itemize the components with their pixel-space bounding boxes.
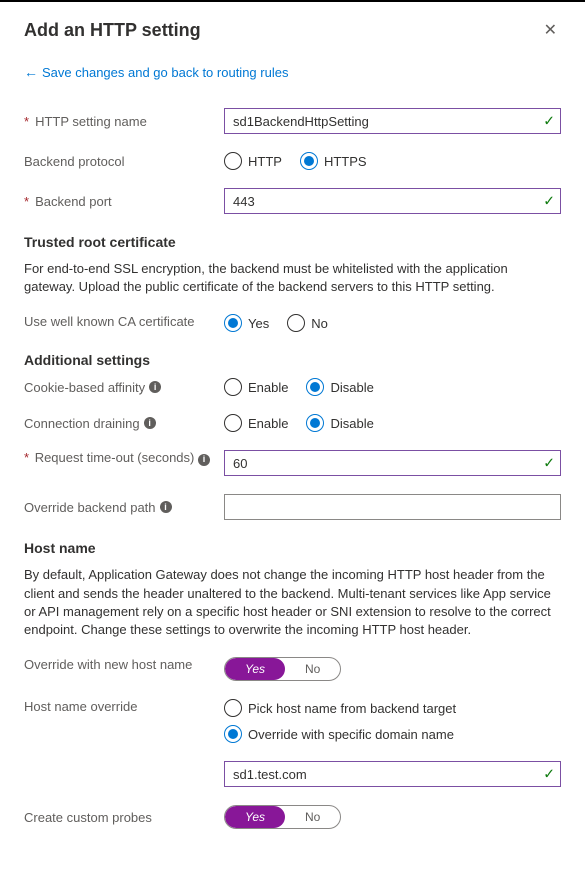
info-icon[interactable]: i [149,381,161,393]
label-override-backend-path: Override backend path i [24,500,224,515]
radio-icon [224,314,242,332]
radio-icon [306,414,324,432]
row-request-timeout: * Request time-out (seconds) i ✓ [24,450,561,476]
radio-icon [224,414,242,432]
label-request-timeout: * Request time-out (seconds) i [24,450,224,467]
label-http-setting-name: * HTTP setting name [24,114,224,129]
radio-icon [287,314,305,332]
arrow-left-icon: ← [24,64,38,80]
row-well-known-ca: Use well known CA certificate Yes No [24,314,561,332]
row-cookie-affinity: Cookie-based affinity i Enable Disable [24,378,561,396]
row-host-name-override: Host name override Pick host name from b… [24,699,561,743]
backend-port-input[interactable] [224,188,561,214]
label-well-known-ca: Use well known CA certificate [24,314,224,331]
toggle-no[interactable]: No [285,806,340,828]
row-domain-input: ✓ [24,761,561,787]
row-backend-port: * Backend port ✓ [24,188,561,214]
label-backend-protocol: Backend protocol [24,154,224,169]
info-icon[interactable]: i [160,501,172,513]
radio-drain-disable[interactable]: Disable [306,414,373,432]
row-override-backend-path: Override backend path i [24,494,561,520]
radio-drain-enable[interactable]: Enable [224,414,288,432]
radio-ca-no[interactable]: No [287,314,328,332]
radio-icon [306,378,324,396]
row-backend-protocol: Backend protocol HTTP HTTPS [24,152,561,170]
heading-trusted-root: Trusted root certificate [24,234,561,250]
radio-protocol-http[interactable]: HTTP [224,152,282,170]
domain-name-input[interactable] [224,761,561,787]
row-override-new-host: Override with new host name Yes No [24,657,561,681]
toggle-yes[interactable]: Yes [225,806,285,828]
request-timeout-input[interactable] [224,450,561,476]
override-backend-path-input[interactable] [224,494,561,520]
toggle-custom-probes[interactable]: Yes No [224,805,341,829]
radio-specific-domain[interactable]: Override with specific domain name [224,725,454,743]
radio-ca-yes[interactable]: Yes [224,314,269,332]
radio-cookie-disable[interactable]: Disable [306,378,373,396]
row-custom-probes: Create custom probes Yes No [24,805,561,829]
info-icon[interactable]: i [198,454,210,466]
heading-additional: Additional settings [24,352,561,368]
radio-pick-backend[interactable]: Pick host name from backend target [224,699,456,717]
back-link-text: Save changes and go back to routing rule… [42,65,288,80]
radio-icon [224,152,242,170]
label-cookie-affinity: Cookie-based affinity i [24,380,224,395]
label-backend-port: * Backend port [24,194,224,209]
panel-title: Add an HTTP setting [24,20,201,41]
label-custom-probes: Create custom probes [24,810,224,825]
info-icon[interactable]: i [144,417,156,429]
label-override-new-host: Override with new host name [24,657,224,674]
row-connection-draining: Connection draining i Enable Disable [24,414,561,432]
close-icon[interactable]: ✕ [540,16,561,44]
radio-icon [224,378,242,396]
label-host-name-override: Host name override [24,699,224,714]
radio-protocol-https[interactable]: HTTPS [300,152,367,170]
radio-icon [224,725,242,743]
label-connection-draining: Connection draining i [24,416,224,431]
back-link[interactable]: ← Save changes and go back to routing ru… [24,64,288,80]
radio-cookie-enable[interactable]: Enable [224,378,288,396]
panel-header: Add an HTTP setting ✕ [24,2,561,64]
toggle-no[interactable]: No [285,658,340,680]
http-setting-panel: Add an HTTP setting ✕ ← Save changes and… [0,0,585,871]
desc-host-name: By default, Application Gateway does not… [24,566,561,639]
http-setting-name-input[interactable] [224,108,561,134]
radio-icon [224,699,242,717]
toggle-yes[interactable]: Yes [225,658,285,680]
row-http-setting-name: * HTTP setting name ✓ [24,108,561,134]
toggle-override-host[interactable]: Yes No [224,657,341,681]
radio-icon [300,152,318,170]
desc-trusted-root: For end-to-end SSL encryption, the backe… [24,260,561,296]
heading-host-name: Host name [24,540,561,556]
